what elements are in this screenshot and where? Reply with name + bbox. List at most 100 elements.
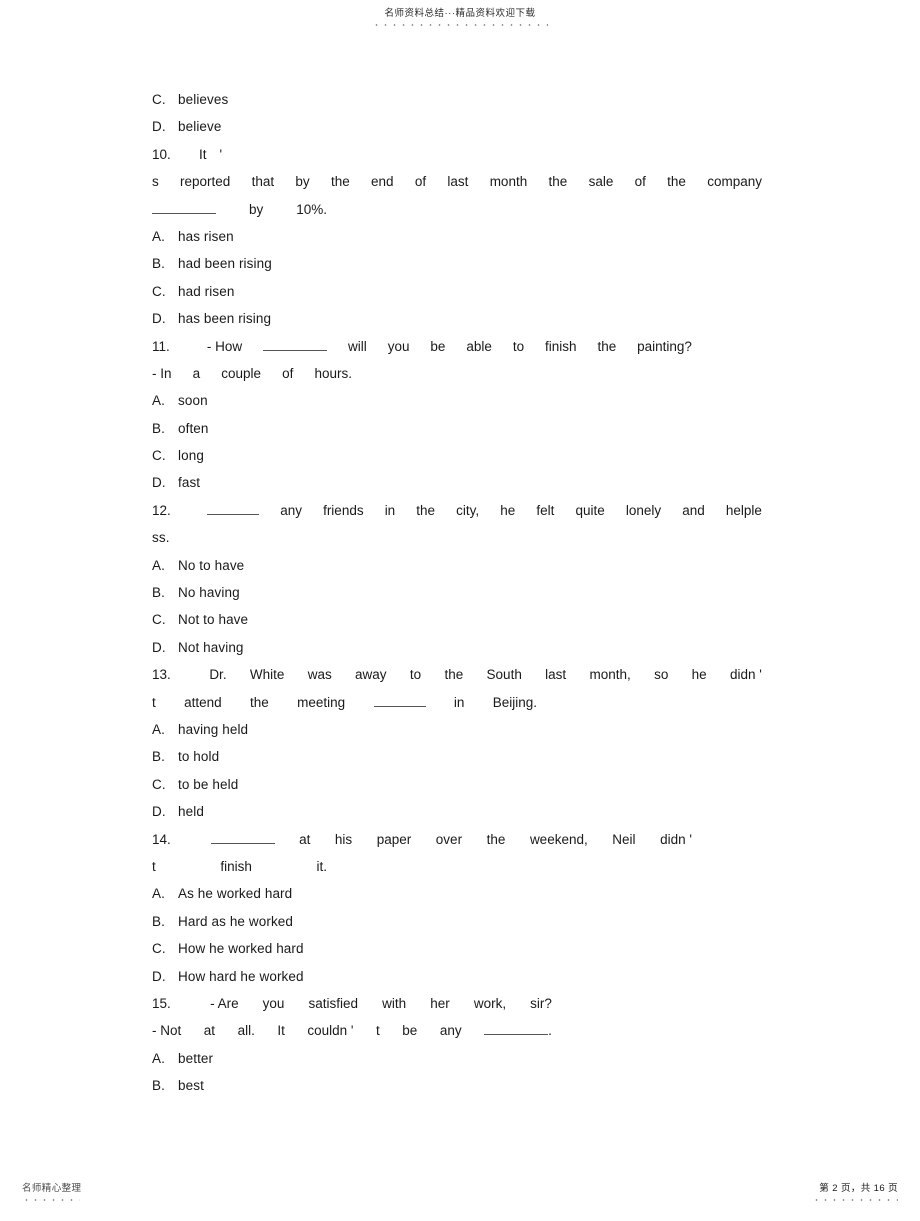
question-number: 13. [152,667,171,683]
question-10-line-2: s reported that by the end of last month… [152,168,762,195]
word: able [466,338,492,354]
word: the [444,667,464,683]
word: Beijing. [492,694,537,710]
answer-blank[interactable] [263,339,328,351]
word: South [486,667,522,683]
option-label: fast [178,475,201,491]
option-key: C. [152,283,166,299]
option-key: D. [152,475,166,491]
option-key: A. [152,557,165,573]
word: - In [152,365,172,381]
word: friends [323,502,364,518]
word: of [414,174,427,190]
word: finish [545,338,577,354]
word: meeting [297,694,346,710]
option-row: C. How he worked hard [152,935,762,962]
question-10-line-1: 10. It ' [152,141,762,168]
option-key: B. [152,256,165,272]
option-row: D. believe [152,113,762,140]
word: of [282,365,294,381]
option-key: C. [152,612,166,628]
word: city, [456,502,480,518]
question-13-line-1: 13. Dr. White was away to the South last… [152,661,762,688]
option-row: B. to hold [152,743,762,770]
option-key: D. [152,119,166,135]
option-row: A. better [152,1045,762,1072]
question-11-line-2: - In a couple of hours. [152,360,352,387]
document-body: C. believes D. believe 10. It ' s reported… [152,86,762,1099]
option-key: A. [152,886,165,902]
option-key: B. [152,749,165,765]
word: at [203,1023,216,1039]
word: any [439,1023,462,1039]
question-number: 14. [152,831,171,847]
option-row: D. How hard he worked [152,963,762,990]
option-key: D. [152,804,166,820]
word: company [707,174,762,190]
word-with-apostrophe: didn ' [660,831,692,847]
answer-blank[interactable] [210,832,275,844]
answer-blank[interactable] [207,503,260,515]
word: weekend, [529,831,588,847]
option-label: to hold [178,749,220,765]
option-label: How hard he worked [178,968,304,984]
word: over [435,831,463,847]
option-key: B. [152,420,165,436]
option-row: D. Not having [152,634,762,661]
option-key: A. [152,228,165,244]
word: finish [220,858,252,874]
option-row: D. fast [152,469,762,496]
option-label: Hard as he worked [178,913,294,929]
word: the [597,338,617,354]
option-row: D. held [152,798,762,825]
word: helple [725,502,762,518]
word: by [295,174,310,190]
question-10-line-3: by 10%. [152,196,327,223]
option-row: C. long [152,442,762,469]
word: by [248,201,264,217]
question-13-line-2: t attend the meeting in Beijing. [152,689,537,716]
option-label: No to have [178,557,245,573]
blank-with-period[interactable]: . [484,1017,552,1044]
option-row: A. No to have [152,552,762,579]
word: he [691,667,707,683]
word: attend [184,694,222,710]
word: her [430,995,450,1011]
word: the [548,174,568,190]
answer-blank[interactable] [152,202,216,214]
footer-right-dotted-rule [812,1197,898,1201]
option-key: C. [152,776,166,792]
option-label: soon [178,393,208,409]
word: month, [589,667,631,683]
word: - How [206,338,243,354]
option-key: C. [152,941,166,957]
answer-blank[interactable] [484,1023,549,1036]
answer-blank[interactable] [373,695,426,707]
word: be [430,338,446,354]
option-label: held [178,804,204,820]
option-label: believes [178,92,229,107]
question-number: 12. [152,502,171,518]
option-row: D. has been rising [152,305,762,332]
word: 10%. [296,201,327,217]
question-14-line-2: t finish it. [152,853,327,880]
option-label: has been rising [178,311,272,327]
option-label: best [178,1078,204,1094]
word: White [249,667,285,683]
word: last [545,667,567,683]
option-key: A. [152,1050,165,1066]
option-label: believe [178,119,222,135]
word: the [667,174,686,190]
option-key: D. [152,968,166,984]
option-key: C. [152,92,166,107]
option-label: often [178,420,209,436]
option-key: B. [152,1078,165,1094]
word: last [447,174,469,190]
word: paper [376,831,412,847]
word: all. [237,1023,255,1039]
word: at [299,831,311,847]
option-label: Not to have [178,612,249,628]
word: the [330,174,350,190]
word: Dr. [209,667,227,683]
option-row: A. soon [152,387,762,414]
